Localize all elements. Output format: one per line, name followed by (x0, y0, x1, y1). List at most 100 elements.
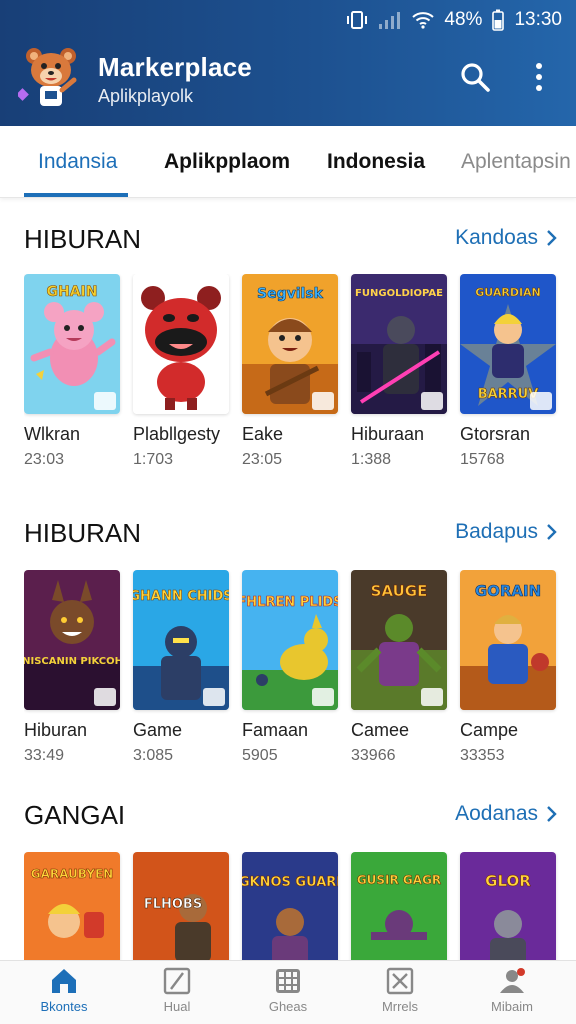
badge-icon (421, 688, 443, 706)
app-name: Plabllgesty (133, 424, 221, 444)
app-card[interactable]: GUARDIAN BARRUV Gtorsran 15768 (460, 274, 556, 469)
nav-label: Hual (163, 999, 191, 1014)
app-card[interactable]: GUSIR GAGR (351, 852, 447, 960)
app-count: 5905 (242, 747, 278, 764)
battery-percent: 48% (444, 9, 483, 30)
app-card[interactable]: GHAIN Wlkran 23:03 (24, 274, 120, 469)
app-name: Famaan (242, 720, 309, 740)
app-thumbnail: GARAUBYEN (24, 852, 120, 960)
app-carousel[interactable]: GHAIN Wlkran 23:03 Plabllgesty 1:703 Seg… (24, 274, 576, 494)
section-title: HIBURAN (24, 518, 142, 548)
home-icon (52, 969, 76, 993)
nav-item-home[interactable]: Bkontes (14, 967, 114, 1023)
nav-item-hual[interactable]: Hual (127, 967, 227, 1023)
app-name: Hiburaan (351, 424, 425, 444)
more-vert-icon (536, 63, 542, 91)
app-count: 23:03 (24, 451, 65, 468)
thumbnail-art-text: GLOR (485, 872, 531, 890)
thumbnail-art-text: FLHOBS (144, 897, 202, 912)
app-card[interactable]: GARAUBYEN (24, 852, 120, 960)
battery-icon (492, 9, 505, 31)
tab-indansia[interactable]: Indansia (38, 126, 117, 198)
thumbnail-art-text: Segvilsk (257, 286, 324, 302)
app-count: 1:703 (133, 451, 174, 468)
app-name: Wlkran (24, 424, 81, 444)
app-bar: 48% 13:30 Markerplace Aplikplayolk (0, 0, 576, 126)
badge-icon (421, 392, 443, 410)
app-thumbnail: FLHOBS (133, 852, 229, 960)
tab-indicator (24, 193, 128, 197)
app-card[interactable]: Plabllgesty 1:703 (133, 274, 229, 469)
app-thumbnail: FUNGOLDIOPAE (351, 274, 447, 414)
thumbnail-art-text: SAUGE (371, 582, 428, 600)
app-name: Gtorsran (460, 424, 531, 444)
nav-label: Mibaim (491, 999, 533, 1014)
tab-aplentapsin[interactable]: Aplentapsin (461, 126, 571, 198)
app-name: Camee (351, 720, 410, 740)
app-card[interactable]: DNISCANIN PIKCOHS Hiburan 33:49 (24, 570, 120, 765)
app-card[interactable]: FUNGOLDIOPAE Hiburaan 1:388 (351, 274, 447, 469)
badge-icon (312, 688, 334, 706)
app-thumbnail: DNISCANIN PIKCOHS (24, 570, 120, 710)
app-thumbnail (133, 274, 229, 414)
thumbnail-art-text: FUNGOLDIOPAE (355, 288, 443, 299)
nav-label: Mrrels (381, 999, 419, 1014)
app-card[interactable]: FHLREN PLIDS Famaan 5905 (242, 570, 338, 765)
app-thumbnail: GHAIN (24, 274, 120, 414)
app-name: Hiburan (24, 720, 88, 740)
app-count: 15768 (460, 451, 505, 468)
nav-item-mibaim[interactable]: Mibaim (462, 967, 562, 1023)
nav-item-mrrels[interactable]: Mrrels (350, 967, 450, 1023)
see-more-link[interactable]: Badapus (455, 520, 558, 544)
badge-icon (203, 392, 225, 410)
see-more-label: Aodanas (455, 802, 538, 825)
tab-aplikpplaom[interactable]: Aplikpplaom (164, 126, 290, 198)
more-options-button[interactable] (520, 58, 558, 96)
app-count: 1:388 (351, 451, 392, 468)
see-more-link[interactable]: Aodanas (455, 802, 558, 826)
vibrate-icon (346, 10, 368, 30)
app-card[interactable]: GORAIN Campe 33353 (460, 570, 556, 765)
nav-label: Gheas (268, 999, 308, 1014)
tab-indonesia[interactable]: Indonesia (327, 126, 425, 198)
nav-item-gheas[interactable]: Gheas (238, 967, 338, 1023)
app-thumbnail: Segvilsk (242, 274, 338, 414)
thumbnail-art-text: GARAUBYEN (31, 867, 113, 881)
box-x-icon (386, 967, 414, 995)
app-carousel[interactable]: GARAUBYEN FLHOBS GKNOS GUARI GUSIR GAGR … (24, 852, 576, 960)
app-thumbnail: GUARDIAN BARRUV (460, 274, 556, 414)
search-button[interactable] (456, 58, 494, 96)
chevron-right-icon (547, 524, 557, 540)
app-logo (16, 44, 84, 110)
app-card[interactable]: GHANN CHIDS Game 3:085 (133, 570, 229, 765)
app-title: Markerplace (98, 52, 252, 82)
app-count: 3:085 (133, 747, 174, 764)
app-card[interactable]: GLOR (460, 852, 556, 960)
badge-icon (94, 392, 116, 410)
section-title: HIBURAN (24, 224, 142, 254)
badge-icon (312, 392, 334, 410)
clock: 13:30 (514, 9, 562, 30)
see-more-link[interactable]: Kandoas (455, 226, 558, 250)
thumbnail-art-text: GORAIN (475, 582, 541, 600)
app-card[interactable]: GKNOS GUARI (242, 852, 338, 960)
nav-label: Bkontes (40, 999, 88, 1014)
badge-icon (94, 688, 116, 706)
status-bar: 48% 13:30 (346, 8, 562, 32)
thumbnail-art-text: FHLREN PLIDS (242, 595, 338, 610)
app-thumbnail: FHLREN PLIDS (242, 570, 338, 710)
see-more-label: Badapus (455, 520, 538, 543)
app-count: 33:49 (24, 747, 65, 764)
thumbnail-art-text: GKNOS GUARI (242, 875, 338, 890)
app-name: Eake (242, 424, 284, 444)
bottom-navigation: Bkontes Hual Gheas Mrrels Mibaim (0, 960, 576, 1024)
app-card[interactable]: FLHOBS (133, 852, 229, 960)
app-card[interactable]: SAUGE Camee 33966 (351, 570, 447, 765)
app-count: 23:05 (242, 451, 283, 468)
app-card[interactable]: Segvilsk Eake 23:05 (242, 274, 338, 469)
grid-icon (276, 969, 300, 993)
chevron-right-icon (547, 806, 557, 822)
app-carousel[interactable]: DNISCANIN PIKCOHS Hiburan 33:49 GHANN CH… (24, 570, 576, 790)
app-count: 33966 (351, 747, 396, 764)
app-thumbnail: GLOR (460, 852, 556, 960)
